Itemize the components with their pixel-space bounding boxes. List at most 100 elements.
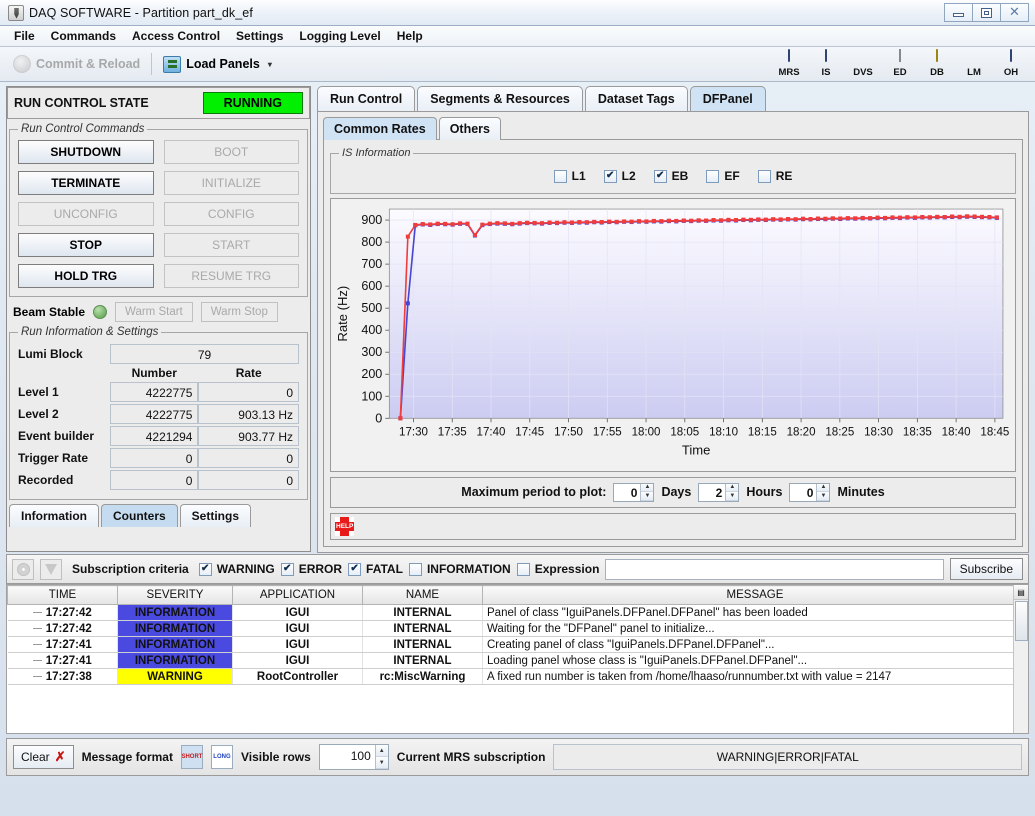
scroll-corner-icon[interactable]: ▤ [1014, 585, 1028, 600]
warm-stop-button[interactable]: Warm Stop [200, 302, 278, 322]
table-row[interactable]: 17:27:42 INFORMATION IGUI INTERNAL Waiti… [7, 620, 1028, 637]
checkbox-error-box[interactable]: ✔ [280, 562, 294, 576]
checkbox-re-box[interactable] [757, 169, 771, 183]
dvs-icon[interactable]: DVS [849, 51, 877, 78]
checkbox-fatal[interactable]: ✔ FATAL [348, 562, 403, 576]
rate-chart[interactable]: 0 100 200 300 400 500 600 700 800 900 17:30 17:35 17… [330, 198, 1016, 472]
checkbox-warning[interactable]: ✔ WARNING [198, 562, 275, 576]
checkbox-l1[interactable]: L1 [553, 169, 586, 183]
table-row[interactable]: 17:27:41 INFORMATION IGUI INTERNAL Loadi… [7, 652, 1028, 669]
log-vertical-scrollbar[interactable]: ▤ [1013, 585, 1028, 733]
subscribe-button[interactable]: Subscribe [949, 558, 1023, 580]
column-header-severity[interactable]: SEVERITY [117, 585, 233, 605]
hours-stepper[interactable]: 2 ▲ ▼ [698, 482, 740, 502]
filter-log-button[interactable] [40, 558, 62, 580]
checkbox-expression[interactable]: Expression [516, 562, 599, 576]
visible-rows-value[interactable]: 100 [320, 745, 375, 769]
column-header-name[interactable]: NAME [362, 585, 483, 605]
column-header-application[interactable]: APPLICATION [232, 585, 363, 605]
close-button[interactable]: ✕ [1000, 3, 1029, 22]
days-value[interactable]: 0 [614, 484, 640, 501]
checkbox-ef[interactable]: EF [706, 169, 740, 183]
days-stepper[interactable]: 0 ▲ ▼ [613, 482, 655, 502]
checkbox-error[interactable]: ✔ ERROR [280, 562, 342, 576]
chevron-down-icon[interactable]: ▾ [268, 60, 272, 69]
checkbox-fatal-box[interactable]: ✔ [348, 562, 362, 576]
tab-run-control[interactable]: Run Control [317, 86, 416, 111]
checkbox-information-box[interactable] [408, 562, 422, 576]
minutes-value[interactable]: 0 [790, 484, 816, 501]
mrs-icon[interactable]: MRS [775, 48, 803, 78]
visible-rows-down-icon[interactable]: ▼ [375, 757, 388, 769]
is-icon[interactable]: IS [812, 48, 840, 78]
checkbox-information[interactable]: INFORMATION [408, 562, 511, 576]
days-up-icon[interactable]: ▲ [641, 483, 654, 493]
oh-icon[interactable]: OH [997, 48, 1025, 78]
scrollbar-thumb[interactable] [1015, 601, 1028, 641]
unconfig-button[interactable]: UNCONFIG [18, 202, 154, 226]
maximize-button[interactable] [972, 3, 1001, 22]
minutes-down-icon[interactable]: ▼ [817, 492, 830, 501]
checkbox-warning-box[interactable]: ✔ [198, 562, 212, 576]
visible-rows-stepper[interactable]: 100 ▲ ▼ [318, 744, 389, 770]
hours-stepper-arrows[interactable]: ▲ ▼ [725, 483, 739, 501]
ed-icon[interactable]: ED [886, 48, 914, 78]
help-icon[interactable] [335, 516, 354, 536]
tab-others[interactable]: Others [438, 117, 501, 140]
load-panels-button[interactable]: Load Panels ▾ [156, 53, 279, 76]
hours-down-icon[interactable]: ▼ [726, 492, 739, 501]
save-log-button[interactable] [12, 558, 34, 580]
hours-up-icon[interactable]: ▲ [726, 483, 739, 493]
lm-icon[interactable]: LM [960, 51, 988, 78]
table-row[interactable]: 17:27:42 INFORMATION IGUI INTERNAL Panel… [7, 604, 1028, 621]
tab-information[interactable]: Information [9, 504, 99, 527]
tab-settings[interactable]: Settings [179, 504, 252, 527]
commit-reload-button[interactable]: Commit & Reload [6, 52, 147, 76]
format-short-button[interactable]: SHORT [180, 745, 203, 769]
tab-segments-resources[interactable]: Segments & Resources [417, 86, 583, 111]
column-header-time[interactable]: TIME [7, 585, 118, 605]
stop-button[interactable]: STOP [18, 233, 154, 257]
config-button[interactable]: CONFIG [163, 202, 299, 226]
start-button[interactable]: START [163, 233, 299, 257]
resume-trg-button[interactable]: RESUME TRG [163, 264, 299, 288]
menu-file[interactable]: File [6, 27, 43, 45]
checkbox-eb[interactable]: ✔ EB [653, 169, 688, 183]
table-row[interactable]: 17:27:38 WARNING RootController rc:MiscW… [7, 668, 1028, 685]
tab-common-rates[interactable]: Common Rates [323, 117, 437, 140]
checkbox-l1-box[interactable] [553, 169, 567, 183]
checkbox-eb-box[interactable]: ✔ [653, 169, 667, 183]
menu-logging-level[interactable]: Logging Level [291, 27, 388, 45]
boot-button[interactable]: BOOT [163, 140, 299, 164]
menu-access-control[interactable]: Access Control [124, 27, 228, 45]
menu-settings[interactable]: Settings [228, 27, 291, 45]
column-header-message[interactable]: MESSAGE [482, 585, 1028, 605]
lumi-block-value[interactable]: 79 [110, 344, 299, 364]
minutes-stepper-arrows[interactable]: ▲ ▼ [816, 483, 830, 501]
hours-value[interactable]: 2 [699, 484, 725, 501]
visible-rows-arrows[interactable]: ▲ ▼ [374, 745, 388, 769]
checkbox-l2-box[interactable]: ✔ [603, 169, 617, 183]
days-down-icon[interactable]: ▼ [641, 492, 654, 501]
table-row[interactable]: 17:27:41 INFORMATION IGUI INTERNAL Creat… [7, 636, 1028, 653]
terminate-button[interactable]: TERMINATE [18, 171, 154, 195]
initialize-button[interactable]: INITIALIZE [163, 171, 299, 195]
db-icon[interactable]: DB [923, 48, 951, 78]
expression-input[interactable] [605, 558, 944, 580]
checkbox-l2[interactable]: ✔ L2 [603, 169, 636, 183]
warm-start-button[interactable]: Warm Start [115, 302, 193, 322]
tab-dfpanel[interactable]: DFPanel [689, 86, 766, 111]
minutes-up-icon[interactable]: ▲ [817, 483, 830, 493]
shutdown-button[interactable]: SHUTDOWN [18, 140, 154, 164]
menu-help[interactable]: Help [389, 27, 431, 45]
minimize-button[interactable] [944, 3, 973, 22]
format-long-button[interactable]: LONG [210, 745, 233, 769]
hold-trg-button[interactable]: HOLD TRG [18, 264, 154, 288]
checkbox-ef-box[interactable] [706, 169, 720, 183]
checkbox-expression-box[interactable] [516, 562, 530, 576]
menu-commands[interactable]: Commands [43, 27, 124, 45]
tab-dataset-tags[interactable]: Dataset Tags [584, 86, 688, 111]
days-stepper-arrows[interactable]: ▲ ▼ [640, 483, 654, 501]
minutes-stepper[interactable]: 0 ▲ ▼ [789, 482, 831, 502]
clear-button[interactable]: Clear ✗ [13, 745, 74, 769]
